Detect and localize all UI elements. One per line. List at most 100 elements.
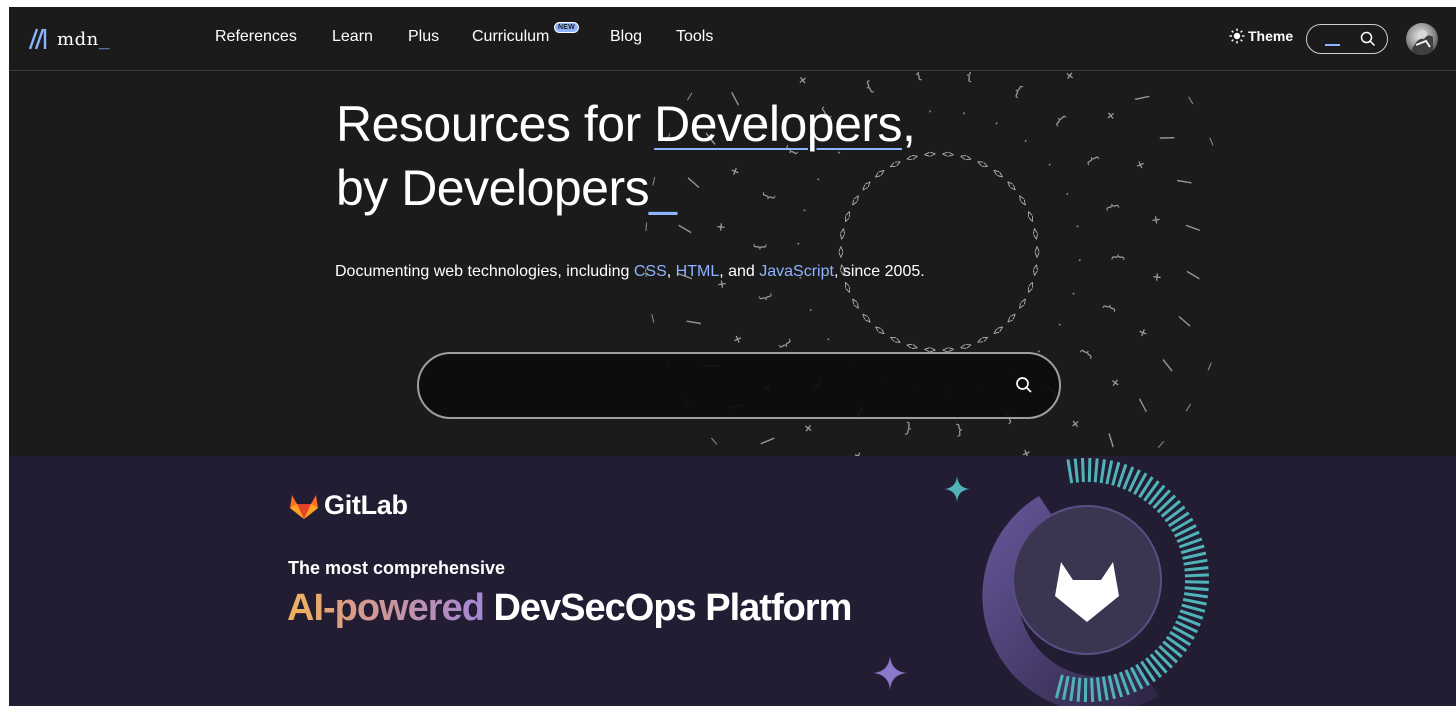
- hero-title-line2: by Developers: [336, 160, 650, 216]
- emblem-tick: [1181, 603, 1206, 613]
- pattern-glyph: +: [1106, 374, 1124, 390]
- pattern-glyph: .: [1062, 186, 1078, 198]
- sun-icon: [1229, 28, 1245, 44]
- pattern-glyph: {: [1052, 111, 1069, 128]
- pattern-glyph: +: [1134, 326, 1152, 340]
- pattern-glyph: .: [1076, 256, 1090, 264]
- nav-item-plus[interactable]: Plus: [408, 28, 439, 46]
- pattern-glyph: <>: [958, 151, 973, 165]
- pattern-glyph: {: [752, 242, 768, 251]
- hero-title-developers-link[interactable]: Developers: [654, 96, 902, 152]
- pattern-glyph: +: [1131, 158, 1149, 172]
- pattern-glyph: —: [1152, 436, 1170, 453]
- pattern-glyph: +: [1067, 415, 1084, 433]
- javascript-link[interactable]: JavaScript: [759, 263, 834, 280]
- nav-item-learn[interactable]: Learn: [332, 28, 373, 46]
- pattern-glyph: .: [1073, 221, 1088, 231]
- nav-item-blog[interactable]: Blog: [610, 28, 642, 46]
- logo-text: mdn: [57, 28, 99, 50]
- pattern-glyph: <>: [1023, 209, 1038, 224]
- pattern-glyph: <>: [841, 280, 856, 295]
- pattern-glyph: .: [1055, 320, 1071, 333]
- pattern-glyph: /: [1157, 129, 1178, 146]
- emblem-tick: [1090, 677, 1095, 702]
- hero-title-cursor: _: [649, 160, 677, 216]
- pattern-glyph: <>: [1014, 193, 1030, 209]
- hero-search-input[interactable]: [417, 352, 1061, 419]
- user-avatar[interactable]: [1406, 23, 1438, 55]
- ad-tagline-small: The most comprehensive: [288, 558, 506, 578]
- emblem-tick: [1099, 459, 1106, 484]
- gitlab-ad-banner[interactable]: GitLab The most comprehensive AI-powered…: [9, 456, 1456, 706]
- pattern-glyph: <>: [1003, 310, 1019, 326]
- top-navigation: mdn _ References Learn Plus Curriculum NE…: [9, 7, 1456, 71]
- pattern-glyph: {: [1110, 253, 1126, 262]
- hero-subtitle-prefix: Documenting web technologies, including: [335, 263, 634, 280]
- ad-tagline-large: AI-powered DevSecOps Platform: [287, 587, 852, 630]
- search-icon: [1360, 31, 1376, 47]
- pattern-glyph: /: [675, 223, 695, 234]
- emblem-tick: [1081, 458, 1085, 483]
- hero-section: <> <> <> <> <> <> <> <> <> <> <> <> <> <> <> <> <> <> <> <>…: [9, 72, 1456, 456]
- emblem-tick: [1154, 649, 1173, 669]
- pattern-glyph: /: [1133, 396, 1154, 415]
- hero-subtitle-sep2: , and: [719, 263, 760, 280]
- theme-label: Theme: [1248, 28, 1294, 44]
- gitlab-brand: GitLab: [289, 490, 408, 521]
- pattern-glyph: <>: [990, 322, 1006, 338]
- emblem-tick: [1182, 597, 1207, 606]
- nav-item-references[interactable]: References: [215, 28, 297, 46]
- emblem-tick: [1180, 544, 1205, 555]
- pattern-glyph: <>: [990, 166, 1006, 182]
- nav-item-tools[interactable]: Tools: [676, 28, 713, 46]
- pattern-glyph: {: [903, 420, 914, 437]
- emblem-tick: [1160, 499, 1181, 518]
- pattern-glyph: .: [818, 334, 833, 348]
- sparkle-icon: [873, 656, 907, 690]
- pattern-glyph: <>: [1023, 280, 1038, 295]
- emblem-tick: [1087, 457, 1092, 483]
- emblem-tick: [1184, 573, 1209, 578]
- pattern-glyph: <>: [1014, 295, 1030, 311]
- pattern-glyph: <>: [848, 295, 864, 311]
- emblem-tick: [1066, 459, 1074, 484]
- emblem-tick: [1183, 558, 1208, 566]
- pattern-glyph: {: [777, 337, 795, 352]
- pattern-glyph: <>: [1028, 263, 1041, 277]
- pattern-glyph: —: [1182, 93, 1200, 109]
- pattern-glyph: —: [1201, 360, 1219, 375]
- pattern-glyph: +: [800, 419, 816, 437]
- nav-item-curriculum[interactable]: Curriculum NEW: [472, 22, 579, 46]
- pattern-glyph: +: [713, 222, 730, 232]
- pattern-glyph: .: [800, 305, 816, 317]
- pattern-glyph: <>: [923, 149, 936, 161]
- theme-toggle-button[interactable]: Theme: [1229, 28, 1293, 44]
- pattern-glyph: +: [1148, 272, 1165, 282]
- gitlab-fox-icon: [290, 494, 318, 519]
- mdn-logo[interactable]: mdn _: [28, 25, 110, 53]
- emblem-tick: [1184, 566, 1209, 572]
- emblem-tick: [1149, 653, 1168, 674]
- css-link[interactable]: CSS: [634, 263, 667, 280]
- pattern-glyph: .: [926, 101, 934, 115]
- hero-subtitle-suffix: , since 2005.: [833, 263, 925, 280]
- emblem-tick: [1182, 551, 1207, 560]
- header-search-button[interactable]: [1306, 24, 1388, 54]
- pattern-glyph: /: [1184, 270, 1204, 281]
- pattern-glyph: /: [1174, 314, 1195, 328]
- nav-item-curriculum-label: Curriculum: [472, 28, 550, 45]
- emblem-tick: [1158, 644, 1179, 664]
- pattern-glyph: /: [757, 431, 777, 452]
- search-icon[interactable]: [1015, 376, 1033, 394]
- pattern-glyph: <>: [958, 339, 973, 353]
- ad-tagline-rest: DevSecOps Platform: [483, 587, 852, 629]
- pattern-glyph: /: [1157, 357, 1178, 374]
- html-link[interactable]: HTML: [676, 263, 720, 280]
- hero-title-part1: Resources for: [336, 96, 655, 152]
- emblem-tick: [1152, 489, 1171, 510]
- pattern-glyph: .: [992, 113, 1004, 129]
- pattern-glyph: —: [644, 312, 662, 324]
- pattern-glyph: <>: [1003, 178, 1019, 194]
- avatar-image: [1412, 30, 1433, 55]
- emblem-tick: [1093, 458, 1099, 483]
